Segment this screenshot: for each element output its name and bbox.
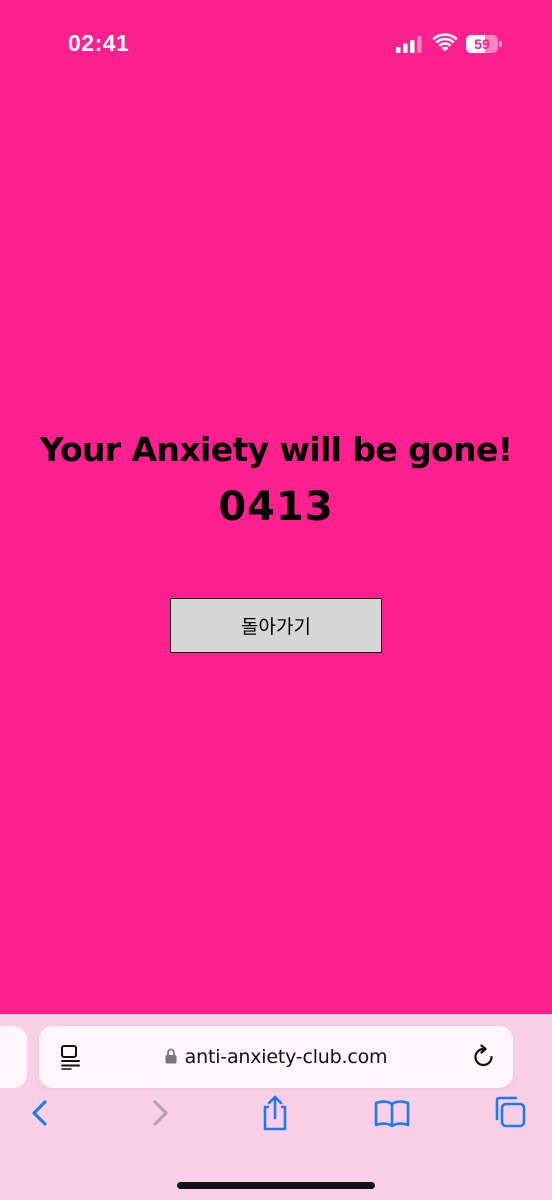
- lock-icon: [165, 1048, 177, 1064]
- cellular-signal-icon: [396, 36, 422, 53]
- headline: Your Anxiety will be gone!: [39, 430, 513, 469]
- battery-level: 59: [474, 36, 490, 52]
- address-bar[interactable]: anti-anxiety-club.com: [39, 1026, 513, 1088]
- url-display[interactable]: anti-anxiety-club.com: [39, 1026, 513, 1088]
- share-icon[interactable]: [255, 1093, 295, 1133]
- url-text: anti-anxiety-club.com: [184, 1046, 388, 1068]
- status-bar: 02:41 59: [0, 0, 552, 90]
- status-time: 02:41: [68, 30, 130, 56]
- chevron-left-icon[interactable]: [20, 1093, 60, 1133]
- result-code: 0413: [218, 484, 334, 530]
- battery-cap: [499, 41, 502, 47]
- home-indicator[interactable]: [177, 1182, 375, 1189]
- previous-tab-preview[interactable]: [0, 1026, 27, 1088]
- tabs-icon[interactable]: [490, 1093, 530, 1133]
- back-button[interactable]: 돌아가기: [170, 598, 382, 653]
- chevron-right-icon[interactable]: [140, 1093, 180, 1133]
- battery-indicator: 59: [466, 35, 502, 53]
- wifi-icon: [432, 33, 458, 52]
- book-icon[interactable]: [372, 1093, 412, 1133]
- reload-icon[interactable]: [471, 1044, 497, 1070]
